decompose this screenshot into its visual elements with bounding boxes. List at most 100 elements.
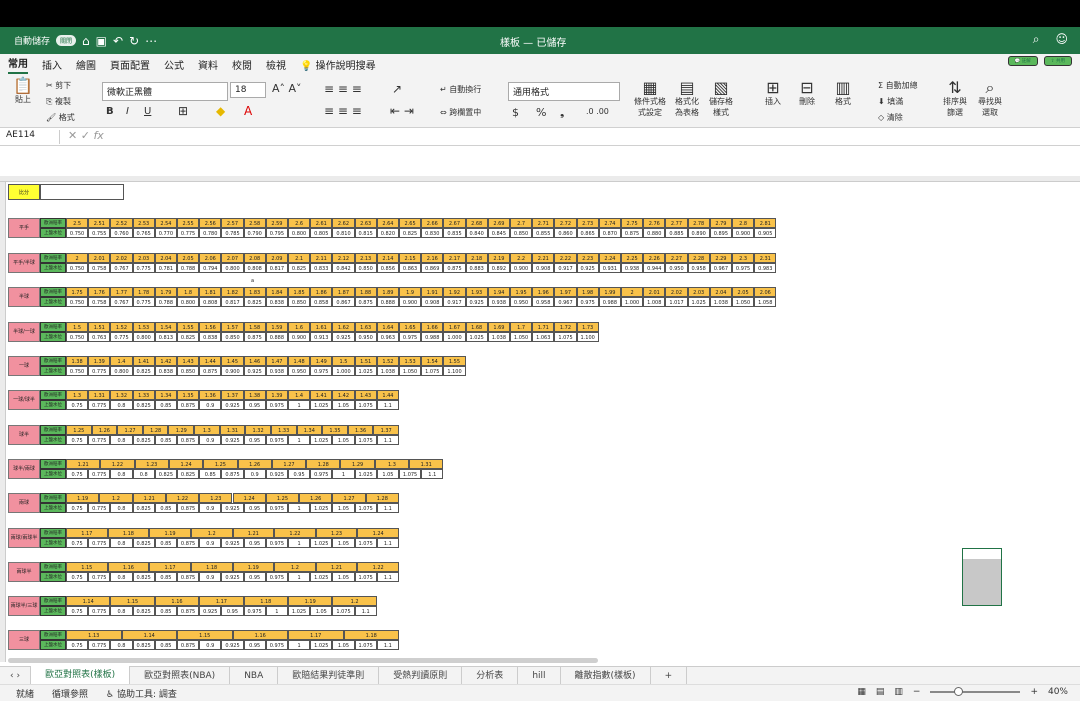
- water-cell[interactable]: 0.765: [132, 228, 155, 238]
- water-cell[interactable]: 0.95: [288, 469, 311, 479]
- odds-cell[interactable]: 1.19: [149, 528, 191, 538]
- water-cell[interactable]: 0.950: [354, 332, 377, 342]
- water-cell[interactable]: 0.842: [332, 263, 355, 273]
- odds-cell[interactable]: 2.59: [265, 218, 288, 228]
- odds-cell[interactable]: 1.65: [399, 322, 422, 332]
- odds-cell[interactable]: 1.4: [110, 356, 133, 366]
- odds-cell[interactable]: 2.29: [709, 253, 732, 263]
- water-cell[interactable]: 0.925: [243, 366, 266, 376]
- odds-cell[interactable]: 1.34: [154, 390, 177, 400]
- odds-cell[interactable]: 2.01: [88, 253, 111, 263]
- water-cell[interactable]: 0.805: [310, 228, 333, 238]
- odds-cell[interactable]: 2.25: [621, 253, 644, 263]
- odds-cell[interactable]: 2.04: [709, 287, 732, 297]
- water-row-label[interactable]: 上盤水位: [40, 538, 66, 548]
- water-row-label[interactable]: 上盤水位: [40, 228, 66, 238]
- zoom-slider[interactable]: [930, 687, 1021, 696]
- water-cell[interactable]: 1.075: [554, 332, 577, 342]
- odds-cell[interactable]: 1.68: [465, 322, 488, 332]
- water-cell[interactable]: 0.975: [265, 400, 288, 410]
- odds-cell[interactable]: 1.21: [315, 562, 358, 572]
- odds-cell[interactable]: 1.16: [107, 562, 150, 572]
- water-cell[interactable]: 0.892: [487, 263, 510, 273]
- odds-cell[interactable]: 1.97: [554, 287, 577, 297]
- water-cell[interactable]: 0.900: [399, 297, 422, 307]
- water-cell[interactable]: 1.038: [709, 297, 732, 307]
- water-cell[interactable]: 0.875: [177, 538, 200, 548]
- odds-cell[interactable]: 1.71: [532, 322, 555, 332]
- odds-cell[interactable]: 2.26: [643, 253, 666, 263]
- water-cell[interactable]: 0.800: [177, 297, 200, 307]
- odds-cell[interactable]: 2.31: [754, 253, 777, 263]
- find-select-button[interactable]: ⌕ 尋找與選取: [975, 80, 1005, 118]
- water-cell[interactable]: 1.1: [376, 572, 399, 582]
- water-cell[interactable]: 0.860: [554, 228, 577, 238]
- odds-cell[interactable]: 1.17: [199, 596, 244, 606]
- indent-icon[interactable]: ⇤ ⇥: [390, 104, 414, 118]
- wrap-text-button[interactable]: ↵ 自動換行: [440, 84, 481, 95]
- odds-cell[interactable]: 1.21: [66, 459, 101, 469]
- water-cell[interactable]: 0.925: [265, 469, 288, 479]
- water-cell[interactable]: 1.075: [354, 538, 377, 548]
- water-cell[interactable]: 1: [288, 400, 311, 410]
- row-category-label[interactable]: 三球: [8, 630, 40, 650]
- odds-cell[interactable]: 1.77: [110, 287, 133, 297]
- odds-cell[interactable]: 2.28: [687, 253, 710, 263]
- odds-cell[interactable]: 1.51: [354, 356, 377, 366]
- water-cell[interactable]: 0.975: [732, 263, 755, 273]
- sheet-tab[interactable]: hill: [518, 666, 561, 685]
- water-cell[interactable]: 0.775: [88, 606, 111, 616]
- odds-cell[interactable]: 1.3: [66, 390, 89, 400]
- water-cell[interactable]: 0.750: [66, 297, 89, 307]
- odds-cell[interactable]: 1.96: [532, 287, 555, 297]
- water-row-label[interactable]: 上盤水位: [40, 297, 66, 307]
- odds-cell[interactable]: 2.79: [709, 218, 732, 228]
- water-cell[interactable]: 0.825: [177, 332, 200, 342]
- water-cell[interactable]: 0.975: [265, 640, 288, 650]
- cut-button[interactable]: ✂ 剪下: [46, 80, 71, 91]
- water-cell[interactable]: 0.867: [332, 297, 355, 307]
- copy-button[interactable]: ⎘ 複製: [46, 96, 71, 107]
- water-cell[interactable]: 1.000: [332, 366, 355, 376]
- zoom-out-icon[interactable]: −: [913, 687, 921, 697]
- water-cell[interactable]: 0.875: [443, 263, 466, 273]
- odds-cell[interactable]: 2.22: [554, 253, 577, 263]
- odds-cell[interactable]: 2.71: [532, 218, 555, 228]
- odds-cell[interactable]: 1.25: [265, 493, 300, 503]
- water-row-label[interactable]: 上盤水位: [40, 263, 66, 273]
- water-cell[interactable]: 0.967: [554, 297, 577, 307]
- odds-cell[interactable]: 1.18: [107, 528, 150, 538]
- odds-row-label[interactable]: 歐洲賠率: [40, 562, 66, 572]
- odds-cell[interactable]: 1.36: [347, 425, 374, 435]
- odds-cell[interactable]: 1.28: [365, 493, 399, 503]
- cell-styles-button[interactable]: ▧ 儲存格樣式: [706, 80, 736, 118]
- odds-cell[interactable]: 2.04: [154, 253, 177, 263]
- odds-cell[interactable]: 1.84: [265, 287, 288, 297]
- odds-cell[interactable]: 1.23: [199, 493, 233, 503]
- water-cell[interactable]: 0.890: [687, 228, 710, 238]
- water-cell[interactable]: 0.775: [88, 538, 111, 548]
- water-cell[interactable]: 1.038: [487, 332, 510, 342]
- odds-cell[interactable]: 1.33: [270, 425, 297, 435]
- water-cell[interactable]: 0.8: [110, 469, 133, 479]
- water-cell[interactable]: 0.8: [110, 538, 133, 548]
- water-cell[interactable]: 1.05: [310, 606, 333, 616]
- odds-cell[interactable]: 1.23: [134, 459, 169, 469]
- align-left-icon[interactable]: ≡ ≡ ≡: [324, 104, 362, 118]
- water-cell[interactable]: 0.875: [177, 435, 200, 445]
- zoom-level[interactable]: 40%: [1048, 687, 1068, 697]
- odds-cell[interactable]: 1.39: [265, 390, 288, 400]
- water-cell[interactable]: 0.850: [354, 263, 377, 273]
- water-cell[interactable]: 0.850: [510, 228, 533, 238]
- autosave-toggle[interactable]: 關閉: [56, 35, 77, 46]
- water-cell[interactable]: 0.75: [66, 572, 89, 582]
- water-cell[interactable]: 0.858: [310, 297, 333, 307]
- odds-row-label[interactable]: 歐洲賠率: [40, 493, 66, 503]
- odds-cell[interactable]: 1.92: [443, 287, 466, 297]
- water-cell[interactable]: 0.850: [288, 297, 311, 307]
- odds-cell[interactable]: 1.2: [190, 528, 233, 538]
- odds-cell[interactable]: 1.2: [274, 562, 316, 572]
- water-cell[interactable]: 0.895: [709, 228, 732, 238]
- odds-cell[interactable]: 1.22: [165, 493, 200, 503]
- odds-cell[interactable]: 2.02: [665, 287, 688, 297]
